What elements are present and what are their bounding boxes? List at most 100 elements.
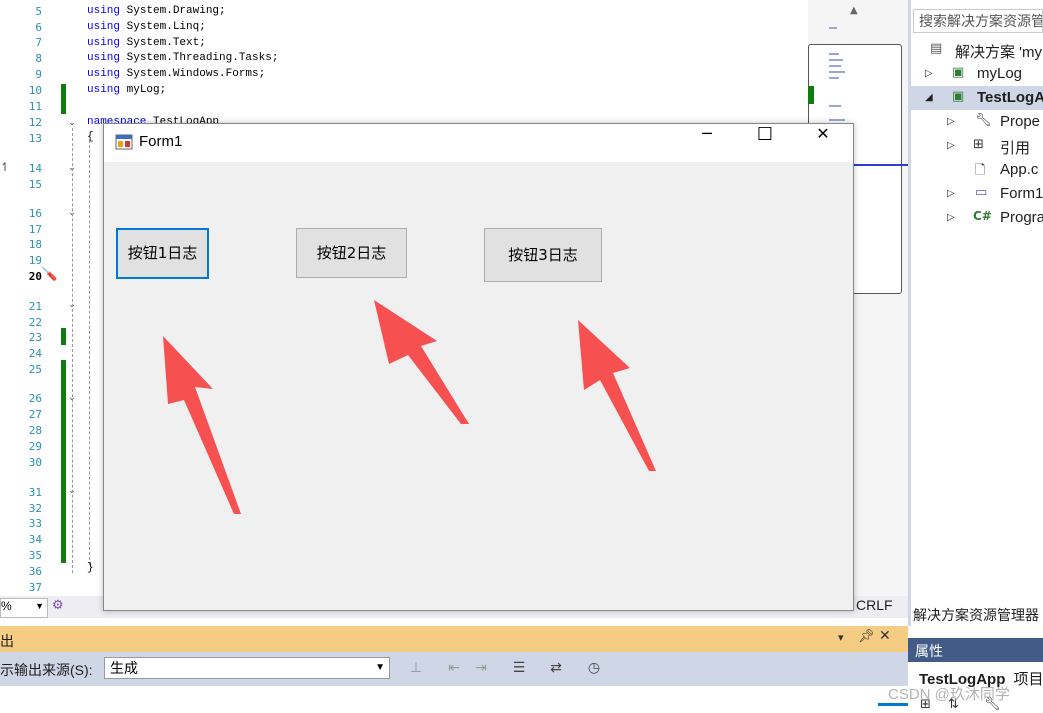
line-number: 23 [28, 331, 42, 344]
fold-guide [72, 128, 73, 573]
scroll-up-icon[interactable]: ▲ [850, 5, 858, 16]
output-source-select[interactable]: 生成 ▼ [104, 657, 390, 679]
screwdriver-icon[interactable]: 🪛 [40, 266, 57, 282]
code-line[interactable]: using System.Threading.Tasks; [87, 52, 278, 64]
next-message-icon[interactable]: ⇥ [470, 658, 492, 678]
prev-message-icon[interactable]: ⇤ [443, 658, 465, 678]
line-number: 29 [28, 440, 42, 453]
line-number: 8 [35, 52, 42, 65]
line-number: 9 [35, 68, 42, 81]
solution-search-input[interactable]: 搜索解决方案资源管 [913, 9, 1043, 33]
close-icon[interactable]: ✕ [879, 628, 891, 644]
wrench-icon: 🔧︎ [975, 113, 992, 128]
line-number: 13 [28, 132, 42, 145]
code-line[interactable]: using myLog; [87, 84, 166, 96]
line-number: 34 [28, 533, 42, 546]
line-number: 10 [28, 84, 42, 97]
tree-item-properties[interactable]: Prope [1000, 113, 1040, 130]
tree-item-mylog[interactable]: myLog [977, 65, 1022, 82]
form1-window [103, 123, 854, 611]
tree-item-app-config[interactable]: App.c [1000, 161, 1038, 178]
output-content[interactable] [0, 686, 908, 713]
collapse-icon[interactable]: ⌄ [67, 118, 77, 128]
watermark: CSDN @玖沐同学 [888, 686, 1010, 703]
log-button-1[interactable]: 按钮1日志 [116, 228, 209, 279]
tree-item-program[interactable]: Progra [1000, 209, 1043, 226]
pin-icon[interactable]: 📌︎ [858, 629, 875, 644]
minimize-button[interactable]: ─ [678, 124, 736, 162]
find-message-icon[interactable]: ⊥ [405, 658, 427, 678]
code-keyword: using [87, 5, 121, 17]
chevron-down-icon: ▼ [35, 601, 44, 611]
code-text: { [87, 131, 94, 144]
line-number: 12 [28, 116, 42, 129]
zoom-select[interactable]: % ▼ [0, 598, 48, 618]
line-number: 37 [28, 581, 42, 594]
expand-arrow-icon[interactable]: ▷ [947, 116, 955, 127]
form-app-icon [115, 134, 133, 150]
csharp-project-icon: ▣ [952, 65, 965, 80]
csharp-file-icon: C# [973, 209, 992, 223]
expand-arrow-icon[interactable]: ▷ [947, 212, 955, 223]
word-wrap-icon[interactable]: ⇄ [545, 658, 567, 678]
zoom-value: % [1, 599, 12, 613]
change-marker [61, 84, 66, 114]
code-keyword: using [87, 84, 121, 96]
line-number: 25 [28, 363, 42, 376]
code-line[interactable]: using System.Drawing; [87, 5, 226, 17]
code-line[interactable]: { [87, 131, 94, 143]
chevron-down-icon: ▼ [375, 662, 385, 673]
expand-arrow-icon[interactable]: ▷ [947, 188, 955, 199]
line-number: 27 [28, 408, 42, 421]
code-keyword: using [87, 68, 121, 81]
code-line[interactable]: using System.Linq; [87, 21, 206, 33]
indent-guide [89, 140, 90, 565]
expand-arrow-icon[interactable]: ▷ [947, 140, 955, 151]
intellicode-icon[interactable]: ⚙ [52, 598, 64, 613]
config-file-icon: 🗋︎ [975, 163, 986, 178]
output-panel-title: 出 [0, 633, 14, 649]
collapse-arrow-icon[interactable]: ◢ [925, 92, 933, 103]
panel-menu-icon[interactable]: ▾ [838, 631, 844, 644]
clear-all-icon[interactable]: ☰ [508, 658, 530, 678]
code-line[interactable]: using System.Text; [87, 37, 206, 49]
line-number: 31 [28, 486, 42, 499]
log-button-3[interactable]: 按钮3日志 [484, 228, 602, 282]
map-change-marker [808, 86, 814, 104]
properties-title: 属性 [915, 643, 943, 659]
line-number: 18 [28, 238, 42, 251]
line-number: 17 [28, 223, 42, 236]
codelens-icon[interactable]: ↿ [0, 160, 10, 174]
expand-arrow-icon[interactable]: ▷ [925, 68, 933, 79]
properties-object-type: 项目 [1013, 671, 1043, 688]
change-marker [61, 360, 66, 563]
code-text: myLog; [120, 84, 167, 96]
line-number: 26 [28, 392, 42, 405]
output-source-value: 生成 [110, 660, 138, 676]
line-number: 7 [35, 36, 42, 49]
close-button[interactable]: ✕ [794, 124, 852, 162]
line-number: 21 [28, 300, 42, 313]
line-number: 6 [35, 21, 42, 34]
tree-item-form1[interactable]: Form1 [1000, 185, 1043, 202]
solution-node[interactable]: 解决方案 'my [955, 41, 1042, 62]
code-keyword: using [87, 52, 121, 65]
form1-title: Form1 [139, 133, 183, 150]
line-ending-indicator[interactable]: CRLF [856, 597, 893, 613]
csharp-project-icon: ▣ [952, 89, 965, 104]
line-number: 33 [28, 517, 42, 530]
code-line[interactable]: using System.Windows.Forms; [87, 68, 265, 80]
clock-icon[interactable]: ◷ [583, 658, 605, 678]
log-button-2[interactable]: 按钮2日志 [296, 228, 407, 278]
code-keyword: using [87, 36, 121, 49]
line-number: 35 [28, 549, 42, 562]
code-text: System.Text; [120, 36, 206, 49]
line-number: 20 [28, 270, 42, 283]
tree-item-references[interactable]: 引用 [1000, 137, 1030, 158]
line-number: 15 [28, 178, 42, 191]
line-number: 28 [28, 424, 42, 437]
output-source-label: 示输出来源(S): [0, 662, 93, 678]
tree-item-testlogapp[interactable]: TestLogA [977, 89, 1043, 106]
solution-explorer-tab[interactable]: 解决方案资源管理器 [913, 605, 1039, 625]
maximize-button[interactable]: ☐ [736, 124, 794, 162]
